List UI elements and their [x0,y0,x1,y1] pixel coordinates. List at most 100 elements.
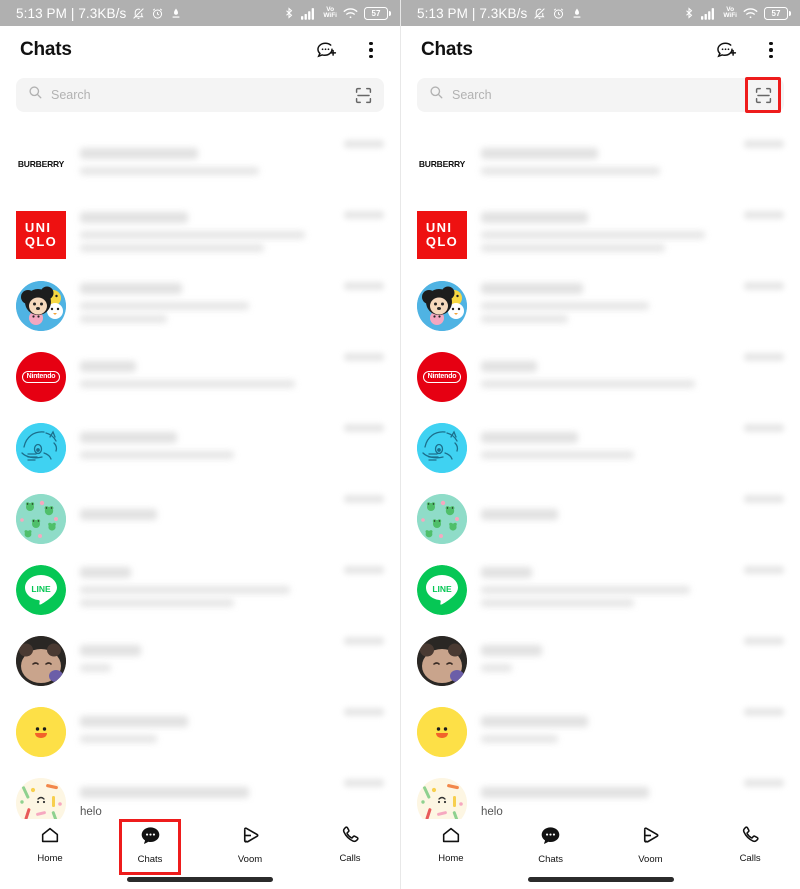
nav-item-chats[interactable]: Chats [100,821,200,867]
chat-text-block [481,644,744,677]
avatar [16,777,66,819]
list-item[interactable] [401,412,800,483]
list-item[interactable] [0,483,400,554]
new-chat-icon[interactable] [712,35,742,65]
vowifi-bottom: WiFi [723,12,737,19]
list-item[interactable]: BURBERRY [0,128,400,199]
avatar [417,493,467,544]
bottom-navigation: Home Chats Voom Calls [0,819,400,889]
chat-name [80,147,198,159]
more-options-icon[interactable] [756,35,786,65]
chat-preview [80,450,234,459]
phone-screen-right: 5:13 PM | 7.3KB/s Vo WiFi 57 Chats Searc… [400,0,800,889]
list-item[interactable]: helo [401,767,800,819]
avatar: LINE [417,564,467,615]
chat-timestamp [744,708,784,716]
list-item[interactable]: UNI QLO [0,199,400,270]
more-options-icon[interactable] [356,35,386,65]
app-header: Chats [0,26,400,74]
chat-name [481,787,650,798]
search-input[interactable]: Search [452,88,750,102]
avatar: Nintendo [417,351,467,402]
vowifi-icon: Vo WiFi [323,6,337,20]
chat-list[interactable]: BURBERRY UNI QLO Nintendo LINE helo [0,128,400,819]
new-chat-icon[interactable] [312,35,342,65]
avatar [16,493,66,544]
nav-item-voom[interactable]: Voom [601,821,701,867]
chat-timestamp [744,211,784,219]
status-bar-right: Vo WiFi 57 [283,6,391,20]
status-bar-left: 5:13 PM | 7.3KB/s [16,6,182,21]
list-item[interactable]: Nintendo [0,341,400,412]
nav-label-home: Home [438,853,464,864]
chat-text-block [481,431,744,464]
list-item[interactable]: LINE [401,554,800,625]
chat-preview [481,450,634,459]
chat-name [80,212,188,223]
chat-preview-2 [80,599,234,607]
nav-item-home[interactable]: Home [0,821,100,867]
qr-scan-button[interactable] [350,82,376,108]
header-actions [712,35,786,65]
chat-timestamp [344,211,384,219]
nav-item-home[interactable]: Home [401,821,501,867]
list-item[interactable] [401,483,800,554]
chat-preview [80,734,157,743]
app-header: Chats [401,26,800,74]
search-bar[interactable]: Search [16,78,384,112]
chat-preview [80,302,249,310]
chat-text-block: helo [80,787,344,818]
status-bar: 5:13 PM | 7.3KB/s Vo WiFi 57 [401,0,800,26]
doraemon-photo [417,422,467,473]
uniqlo-line1: UNI [425,219,453,235]
kebab-dots [769,41,773,59]
chat-name [481,644,543,656]
list-item[interactable]: LINE [0,554,400,625]
search-icon [429,85,444,105]
sally-duck-photo [16,706,66,757]
nav-item-calls[interactable]: Calls [700,821,800,867]
list-item[interactable] [0,412,400,483]
nav-label-calls: Calls [339,853,361,864]
uniqlo-logo: UNI QLO [425,219,458,249]
chat-timestamp [344,424,384,432]
nav-label-calls: Calls [739,853,761,864]
list-item[interactable]: BURBERRY [401,128,800,199]
list-item[interactable]: helo [0,767,400,819]
chat-text-block [80,360,344,393]
battery-level-text: 57 [371,8,381,18]
chat-preview [80,166,260,175]
list-item[interactable] [401,625,800,696]
nav-item-chats[interactable]: Chats [501,821,601,867]
line-logo: LINE [16,564,66,615]
search-section: Search [0,74,400,122]
list-item[interactable] [401,270,800,341]
list-item[interactable] [0,696,400,767]
list-item[interactable]: UNI QLO [401,199,800,270]
battery-icon: 57 [364,6,391,20]
chat-timestamp [344,140,384,148]
avatar [417,422,467,473]
chat-text-block [481,283,744,328]
bluetooth-icon [683,6,695,20]
nav-item-calls[interactable]: Calls [300,821,400,867]
chat-list[interactable]: BURBERRY UNI QLO Nintendo LINE helo [401,128,800,819]
list-item[interactable] [0,625,400,696]
chat-name [481,360,538,372]
search-input[interactable]: Search [51,88,350,102]
qr-scan-button[interactable] [745,77,781,113]
chat-preview [481,231,706,239]
alarm-clock-icon [552,7,565,20]
download-icon [571,7,583,20]
list-item[interactable]: Nintendo [401,341,800,412]
avatar [417,280,467,331]
nav-item-voom[interactable]: Voom [200,821,300,867]
list-item[interactable] [0,270,400,341]
home-indicator [401,869,800,889]
avatar [16,635,66,686]
search-bar[interactable]: Search [417,77,784,113]
list-item[interactable] [401,696,800,767]
wifi-icon [743,7,758,20]
chat-name [481,283,583,294]
nav-label-chats: Chats [137,853,163,865]
